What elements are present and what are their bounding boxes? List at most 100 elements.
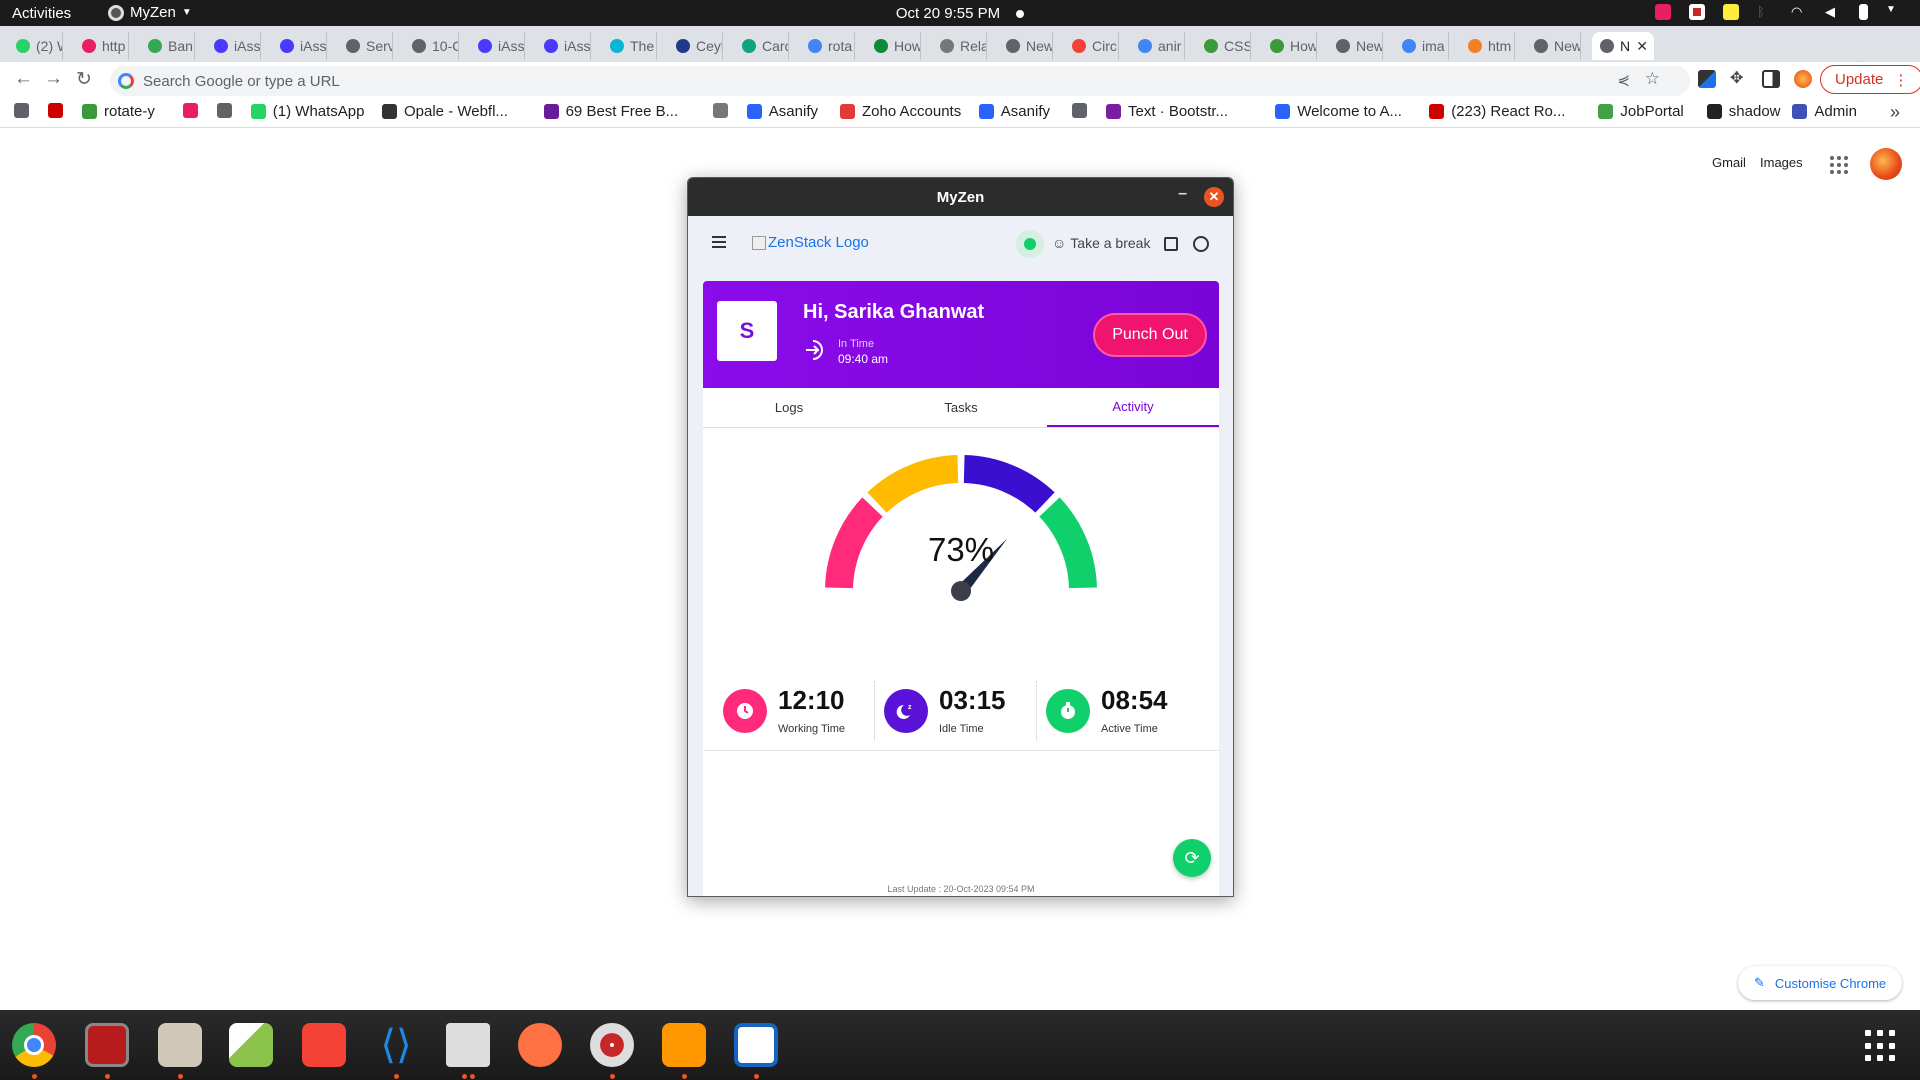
puzzle-extensions-icon[interactable]: ✥ (1730, 70, 1748, 88)
browser-tab[interactable]: iAss (470, 32, 525, 60)
browser-tab[interactable]: The (602, 32, 657, 60)
google-apps-icon[interactable] (1830, 156, 1848, 174)
bookmark-item[interactable]: shadow (1706, 103, 1781, 120)
bookmark-item[interactable] (14, 103, 29, 118)
browser-tab[interactable]: (2) W (8, 32, 63, 60)
google-account-avatar[interactable] (1870, 148, 1902, 180)
battery-icon[interactable] (1859, 4, 1868, 20)
sticky-note-icon[interactable] (1164, 237, 1178, 251)
browser-tab[interactable]: iAss (272, 32, 327, 60)
extension-icon[interactable] (1655, 4, 1671, 20)
bookmark-item[interactable]: JobPortal (1598, 103, 1684, 120)
bookmark-item[interactable]: Asanify (978, 103, 1050, 120)
browser-tab[interactable]: iAss (536, 32, 591, 60)
chrome-dock-icon[interactable] (12, 1023, 56, 1067)
browser-tab[interactable]: ima (1394, 32, 1449, 60)
tab-tasks[interactable]: Tasks (875, 388, 1047, 427)
bookmark-item[interactable]: Asanify (746, 103, 818, 120)
browser-tab[interactable]: Rela (932, 32, 987, 60)
customise-chrome-button[interactable]: ✎ Customise Chrome (1738, 966, 1903, 1000)
bookmark-item[interactable]: Welcome to A... (1275, 103, 1402, 120)
close-icon[interactable]: ✕ (1204, 187, 1224, 207)
bookmark-item[interactable]: (223) React Ro... (1429, 103, 1565, 120)
back-arrow-icon[interactable]: ← (14, 68, 33, 90)
browser-tab[interactable]: anir (1130, 32, 1185, 60)
browser-tab[interactable]: 10-C (404, 32, 459, 60)
bookmark-item[interactable] (1072, 103, 1087, 118)
browser-tab[interactable]: Carc (734, 32, 789, 60)
omnibox[interactable]: Search Google or type a URL ⋞ ☆ (110, 66, 1690, 96)
bookmark-item[interactable]: Opale - Webfl... (382, 103, 508, 120)
clock[interactable]: Oct 20 9:55 PM (0, 5, 1920, 22)
browser-tab[interactable]: Serv (338, 32, 393, 60)
window-titlebar[interactable]: MyZen – ✕ (688, 178, 1233, 216)
image-viewer-dock-icon[interactable] (446, 1023, 490, 1067)
reload-icon[interactable]: ↻ (76, 68, 92, 91)
wifi-icon[interactable]: ◠ (1791, 4, 1807, 20)
share-icon[interactable]: ⋞ (1617, 71, 1630, 89)
browser-tab[interactable]: iAss (206, 32, 261, 60)
profile-avatar-icon[interactable] (1794, 70, 1812, 88)
show-applications-icon[interactable] (1865, 1030, 1897, 1062)
volume-icon[interactable]: ◀ (1825, 4, 1841, 20)
browser-tab[interactable]: How (1262, 32, 1317, 60)
tab-activity[interactable]: Activity (1047, 388, 1219, 427)
recorder-icon[interactable] (1689, 4, 1705, 20)
system-tray[interactable]: ᛒ ◠ ◀ ▼ (1655, 4, 1902, 20)
screenshot-tool-dock-icon[interactable] (85, 1023, 129, 1067)
browser-tab[interactable]: http (74, 32, 129, 60)
refresh-button[interactable]: ⟳ (1173, 839, 1211, 877)
postman-dock-icon[interactable] (518, 1023, 562, 1067)
bookmark-item[interactable]: rotate-y (82, 103, 155, 120)
browser-tab[interactable]: N ✕ (1592, 32, 1654, 60)
tab-title: 10-C (432, 38, 458, 54)
update-button[interactable]: Update ⋮ (1820, 65, 1920, 94)
bluetooth-icon[interactable]: ᛒ (1757, 4, 1773, 20)
browser-tab[interactable]: New (998, 32, 1053, 60)
text-editor-dock-icon[interactable] (229, 1023, 273, 1067)
bookmark-star-icon[interactable]: ☆ (1645, 69, 1660, 89)
browser-tab[interactable]: How (866, 32, 921, 60)
more-bookmarks-icon[interactable]: » (1890, 102, 1900, 123)
user-profile-icon[interactable] (1193, 236, 1209, 252)
browser-tab[interactable]: Ban (140, 32, 195, 60)
gmail-link[interactable]: Gmail (1712, 155, 1746, 170)
browser-tab[interactable]: New (1526, 32, 1581, 60)
browser-tab[interactable]: htm (1460, 32, 1515, 60)
hamburger-menu-icon[interactable] (712, 236, 726, 248)
myzen-dock-icon[interactable] (590, 1023, 634, 1067)
take-break-button[interactable]: ☺ Take a break (1052, 235, 1150, 251)
anydesk-dock-icon[interactable] (302, 1023, 346, 1067)
side-panel-icon[interactable] (1762, 70, 1780, 88)
close-tab-icon[interactable]: ✕ (1636, 38, 1648, 55)
bookmark-item[interactable] (712, 103, 728, 118)
document-viewer-dock-icon[interactable] (734, 1023, 778, 1067)
bookmark-item[interactable] (216, 103, 232, 118)
bookmark-item[interactable]: Admin (1792, 103, 1857, 120)
tab-title: Ceyl (696, 38, 723, 54)
bookmark-item[interactable] (48, 103, 63, 118)
power-menu-icon[interactable]: ▼ (1886, 4, 1902, 20)
browser-tab[interactable]: Ceyl (668, 32, 723, 60)
browser-tab[interactable]: CSS (1196, 32, 1251, 60)
browser-tab[interactable]: rota (800, 32, 855, 60)
login-arrow-icon (806, 340, 823, 360)
sublime-text-dock-icon[interactable] (662, 1023, 706, 1067)
notes-icon[interactable] (1723, 4, 1739, 20)
bookmark-item[interactable]: 69 Best Free B... (543, 103, 678, 120)
vscode-dock-icon[interactable]: ⟨⟩ (374, 1023, 418, 1067)
tab-logs[interactable]: Logs (703, 388, 875, 427)
bookmark-item[interactable]: Zoho Accounts (840, 103, 961, 120)
forward-arrow-icon[interactable]: → (44, 68, 63, 90)
color-picker-extension-icon[interactable] (1698, 70, 1716, 88)
files-dock-icon[interactable] (158, 1023, 202, 1067)
images-link[interactable]: Images (1760, 155, 1803, 170)
browser-tab[interactable]: Circ (1064, 32, 1119, 60)
bookmark-item[interactable] (182, 103, 198, 118)
bookmark-item[interactable]: Text · Bootstr... (1106, 103, 1228, 120)
browser-tab[interactable]: New (1328, 32, 1383, 60)
browser-toolbar: ← → ↻ Search Google or type a URL ⋞ ☆ ✥ … (0, 62, 1920, 98)
minimize-icon[interactable]: – (1178, 185, 1187, 203)
punch-out-button[interactable]: Punch Out (1093, 313, 1207, 357)
bookmark-item[interactable]: (1) WhatsApp (250, 103, 365, 120)
